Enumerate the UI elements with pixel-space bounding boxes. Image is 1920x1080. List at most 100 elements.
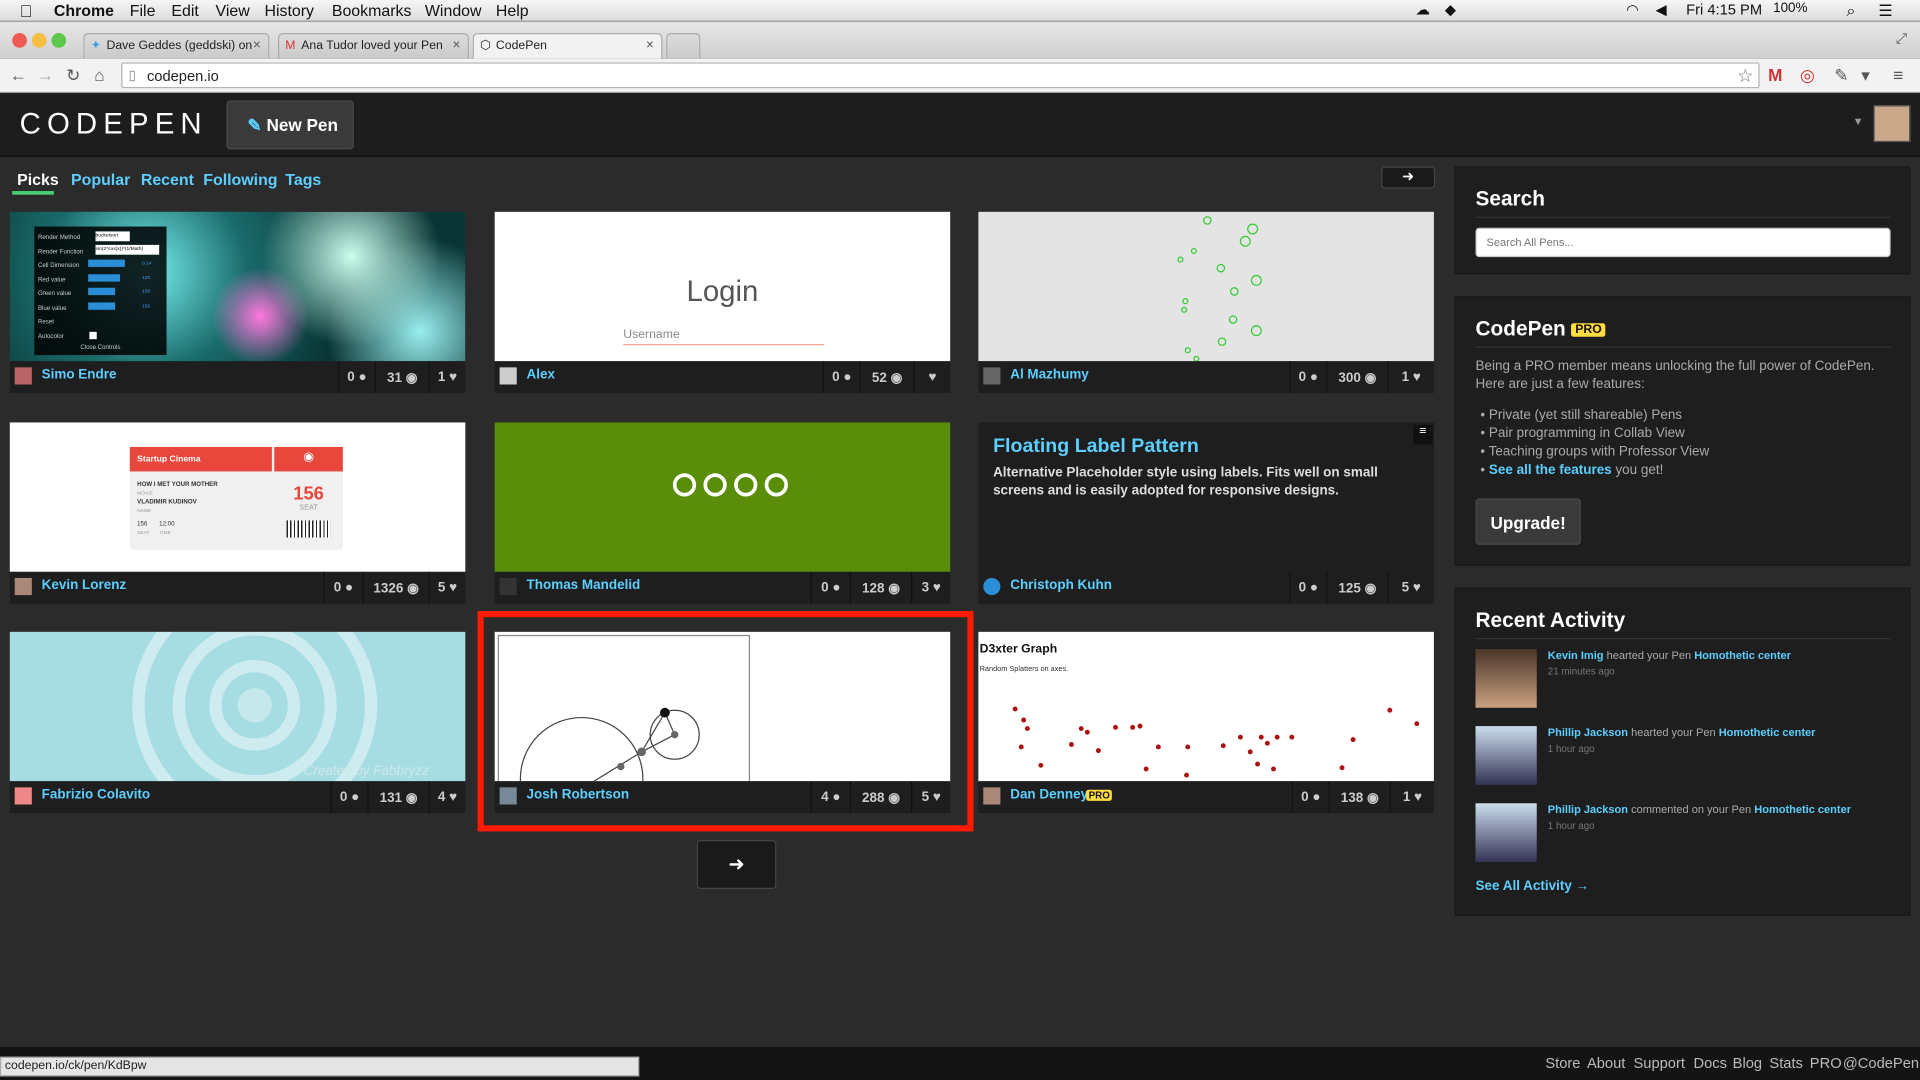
footer-link-docs[interactable]: Docs — [1693, 1054, 1726, 1071]
pen-card[interactable]: Render Method Render Function Cell Dimen… — [9, 211, 466, 394]
back-icon[interactable]: ← — [10, 65, 27, 85]
pocket-icon[interactable]: ▾ — [1861, 65, 1870, 86]
tab-following[interactable]: Following — [203, 170, 277, 188]
activity-user-link[interactable]: Phillip Jackson — [1548, 726, 1628, 738]
author-avatar[interactable] — [499, 577, 517, 596]
pen-card[interactable]: D3xter Graph Random Splatters on axes. D… — [978, 631, 1434, 814]
close-tab-icon[interactable]: × — [453, 38, 461, 53]
activity-pen-link[interactable]: Homothetic center — [1694, 649, 1791, 661]
pen-thumbnail[interactable]: Login Username — [494, 211, 951, 362]
author-avatar[interactable] — [983, 787, 1001, 805]
view-count[interactable]: 288 ◉ — [849, 781, 911, 814]
author-avatar[interactable] — [14, 787, 32, 805]
see-features-link[interactable]: See all the features — [1489, 463, 1612, 478]
footer-link-about[interactable]: About — [1587, 1054, 1625, 1071]
chrome-menu-icon[interactable]: ≡ — [1893, 65, 1903, 85]
author-link[interactable]: Kevin Lorenz — [42, 578, 127, 593]
close-tab-icon[interactable]: × — [646, 38, 654, 53]
view-count[interactable]: 138 ◉ — [1328, 781, 1390, 814]
minimize-window-icon[interactable] — [31, 33, 47, 48]
spotlight-icon[interactable]: ⌕ — [1847, 1, 1856, 21]
author-avatar[interactable] — [14, 577, 32, 596]
author-avatar[interactable] — [499, 367, 517, 385]
heart-count[interactable]: ♥ — [913, 361, 950, 394]
view-count[interactable]: 52 ◉ — [859, 361, 914, 394]
dropbox-icon[interactable]: ◆ — [1445, 1, 1456, 18]
opera-extension-icon[interactable]: ◎ — [1800, 65, 1815, 86]
author-link[interactable]: Simo Endre — [42, 367, 117, 382]
bookmark-star-icon[interactable]: ☆ — [1737, 65, 1753, 87]
battery-text[interactable]: 100% — [1773, 1, 1807, 16]
tab-twitter[interactable]: ✦ Dave Geddes (geddski) on × — [83, 33, 270, 59]
pen-card[interactable]: Al Mazhumy 0 ● 300 ◉ 1 ♥ — [978, 211, 1434, 394]
heart-count[interactable]: 1 ♥ — [1387, 361, 1434, 394]
pen-card[interactable]: Thomas Mandelid 0 ● 128 ◉ 3 ♥ — [494, 422, 951, 604]
user-avatar[interactable] — [1873, 105, 1911, 143]
wifi-icon[interactable]: ◠ — [1626, 1, 1639, 18]
menu-history[interactable]: History — [264, 1, 314, 19]
view-count[interactable]: 131 ◉ — [367, 781, 428, 814]
menu-bookmarks[interactable]: Bookmarks — [332, 1, 412, 19]
view-count[interactable]: 300 ◉ — [1326, 361, 1387, 394]
heart-count[interactable]: 5 ♥ — [911, 781, 950, 814]
search-input[interactable] — [1475, 227, 1891, 258]
comment-count[interactable]: 0 ● — [810, 571, 850, 604]
author-link[interactable]: Thomas Mandelid — [527, 578, 641, 593]
pen-thumbnail[interactable]: Startup Cinema ◉ HOW I MET YOUR MOTHER M… — [9, 422, 466, 572]
author-avatar[interactable] — [983, 577, 1001, 596]
home-icon[interactable]: ⌂ — [94, 65, 104, 85]
heart-count[interactable]: 1 ♥ — [1389, 781, 1434, 814]
author-link[interactable]: Christoph Kuhn — [1010, 578, 1112, 593]
menu-clock[interactable]: Fri 4:15 PM — [1686, 1, 1762, 18]
menu-app-name[interactable]: Chrome — [54, 1, 114, 19]
see-all-activity-link[interactable]: See All Activity → — [1476, 879, 1590, 894]
pen-card[interactable]: Startup Cinema ◉ HOW I MET YOUR MOTHER M… — [9, 422, 466, 604]
next-page-small-button[interactable]: ➜ — [1381, 166, 1436, 189]
activity-pen-link[interactable]: Homothetic center — [1754, 803, 1851, 815]
pen-card[interactable]: Created by Fabbryzz Fabrizio Colavito 0 … — [9, 631, 466, 814]
view-count[interactable]: 1326 ◉ — [362, 571, 428, 604]
comment-count[interactable]: 0 ● — [323, 571, 362, 604]
new-pen-button[interactable]: ✎ New Pen — [226, 100, 354, 150]
footer-link-twitter[interactable]: @CodePen — [1843, 1054, 1919, 1071]
activity-pen-link[interactable]: Homothetic center — [1719, 726, 1816, 738]
address-bar[interactable]: ▯ codepen.io ☆ — [121, 62, 1760, 89]
view-count[interactable]: 31 ◉ — [374, 361, 429, 394]
footer-link-pro[interactable]: PRO — [1810, 1054, 1842, 1071]
codepen-logo[interactable]: CODEPEN — [20, 108, 208, 142]
pen-thumbnail[interactable] — [494, 631, 951, 782]
footer-link-store[interactable]: Store — [1545, 1054, 1580, 1071]
pen-card[interactable]: Josh Robertson 4 ● 288 ◉ 5 ♥ — [494, 631, 951, 814]
activity-avatar[interactable] — [1475, 726, 1537, 785]
tab-codepen[interactable]: ⬡ CodePen × — [472, 33, 663, 59]
volume-icon[interactable]: ◀ — [1656, 1, 1667, 18]
tab-gmail[interactable]: M Ana Tudor loved your Pen × — [277, 33, 469, 59]
tab-popular[interactable]: Popular — [71, 170, 130, 188]
maximize-window-icon[interactable] — [51, 33, 67, 48]
pen-card[interactable]: Login Username Alex 0 ● 52 ◉ ♥ — [494, 211, 951, 394]
heart-count[interactable]: 5 ♥ — [1387, 571, 1434, 604]
author-avatar[interactable] — [499, 787, 517, 805]
pen-thumbnail[interactable]: D3xter Graph Random Splatters on axes. — [978, 631, 1434, 782]
view-count[interactable]: 125 ◉ — [1326, 571, 1387, 604]
pen-thumbnail[interactable]: Floating Label Pattern Alternative Place… — [978, 422, 1434, 572]
menu-edit[interactable]: Edit — [171, 1, 198, 19]
upgrade-button[interactable]: Upgrade! — [1475, 498, 1581, 545]
comment-count[interactable]: 0 ● — [1289, 571, 1326, 604]
forward-icon[interactable]: → — [37, 65, 54, 85]
pen-thumbnail[interactable]: Render Method Render Function Cell Dimen… — [9, 211, 466, 362]
author-avatar[interactable] — [983, 367, 1001, 385]
view-count[interactable]: 128 ◉ — [849, 571, 911, 604]
author-link[interactable]: Dan Denney — [1010, 787, 1088, 802]
heart-count[interactable]: 3 ♥ — [911, 571, 950, 604]
comment-count[interactable]: 0 ● — [330, 781, 368, 814]
heart-count[interactable]: 1 ♥ — [428, 361, 466, 394]
pen-thumbnail[interactable] — [494, 422, 951, 572]
activity-user-link[interactable]: Phillip Jackson — [1548, 803, 1628, 815]
eyedropper-icon[interactable]: ✎ — [1834, 65, 1848, 86]
footer-link-support[interactable]: Support — [1633, 1054, 1684, 1071]
close-tab-icon[interactable]: × — [253, 38, 261, 53]
gmail-extension-icon[interactable]: M — [1768, 65, 1782, 85]
author-link[interactable]: Josh Robertson — [527, 787, 630, 802]
comment-count[interactable]: 0 ● — [822, 361, 860, 394]
